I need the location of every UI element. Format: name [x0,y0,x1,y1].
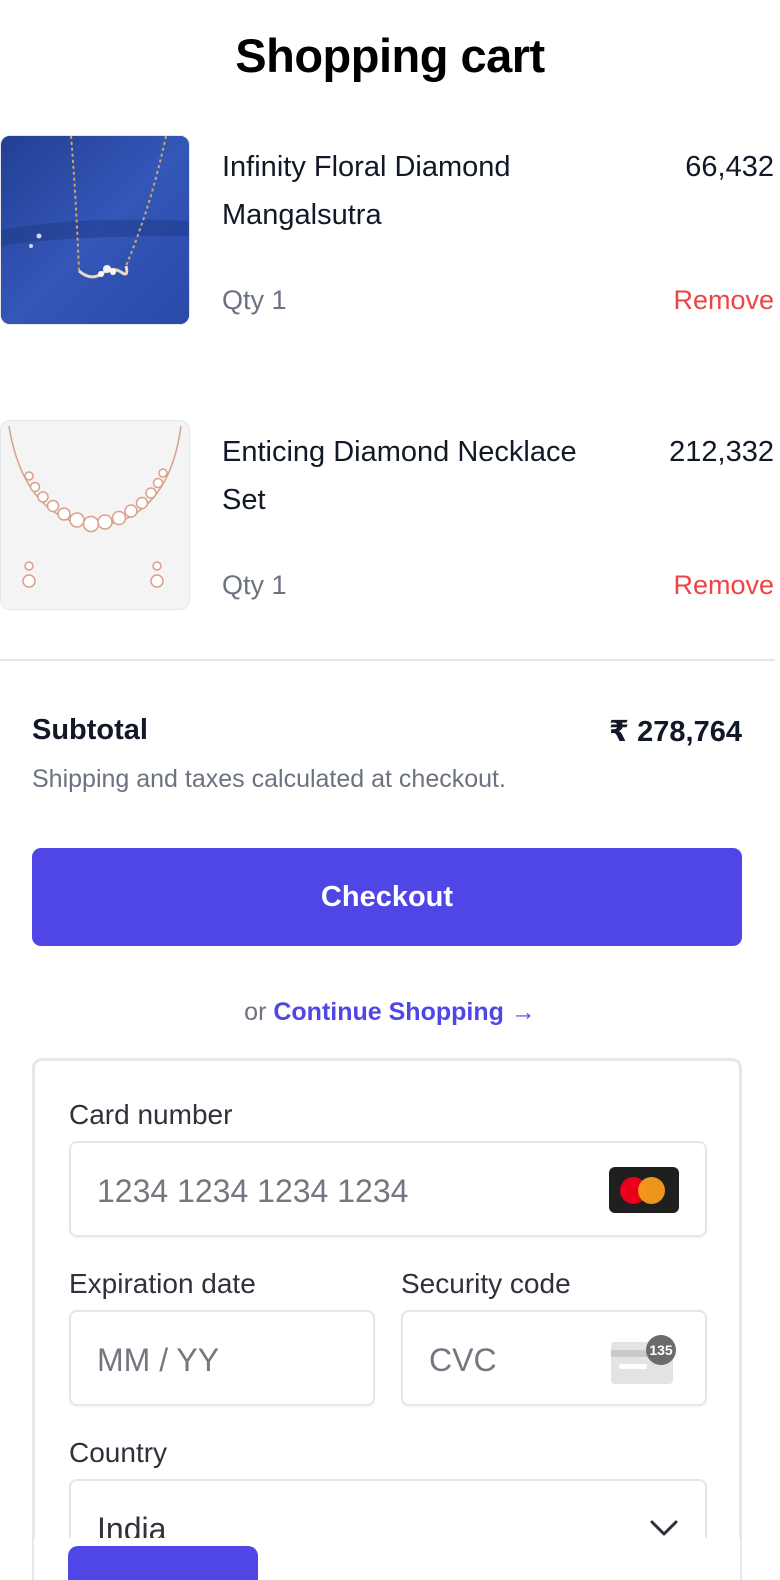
divider [0,659,775,661]
shipping-note: Shipping and taxes calculated at checkou… [32,765,506,793]
continue-shopping-link[interactable]: Continue Shopping → [273,998,535,1026]
expiry-label: Expiration date [69,1268,256,1299]
cvc-label: Security code [401,1268,571,1299]
item-quantity: Qty 1 [222,570,287,600]
pay-button-partial[interactable] [68,1546,258,1580]
country-label: Country [69,1437,168,1468]
remove-button[interactable]: Remove [673,285,774,316]
subtotal-label: Subtotal [32,714,148,746]
item-price: 212,332 [669,436,774,468]
product-image-necklace[interactable] [0,420,190,610]
card-number-input[interactable]: 1234 1234 1234 1234 [69,1141,707,1237]
cvc-placeholder: CVC [429,1342,497,1378]
mastercard-icon [609,1167,679,1213]
card-number-label: Card number [69,1099,233,1130]
cart-item: Infinity Floral Diamond Mangalsutra 66,4… [0,135,780,327]
checkout-button[interactable]: Checkout [32,848,742,946]
item-name[interactable]: Enticing Diamond Necklace Set [222,428,602,524]
cvc-icon-text: 135 [649,1342,673,1358]
item-price: 66,432 [685,151,774,183]
item-name[interactable]: Infinity Floral Diamond Mangalsutra [222,143,602,239]
card-number-placeholder: 1234 1234 1234 1234 [97,1173,409,1209]
continue-shopping-row: or Continue Shopping → [0,998,780,1027]
cvc-input[interactable]: CVC 135 [401,1310,707,1406]
page-title: Shopping cart [235,29,545,82]
payment-form: Card number 1234 1234 1234 1234 Expirati… [32,1058,742,1580]
necklace-set-image [1,421,189,609]
subtotal-value: ₹ 278,764 [608,716,742,748]
expiry-input[interactable]: MM / YY [69,1310,375,1406]
remove-button[interactable]: Remove [673,570,774,601]
expiry-placeholder: MM / YY [97,1342,220,1378]
mangalsutra-image [1,136,189,324]
chevron-down-icon [650,1520,678,1536]
continue-prefix: or [244,998,267,1026]
cvc-card-icon: 135 [611,1335,676,1384]
product-image-mangalsutra[interactable] [0,135,190,325]
cart-item: Enticing Diamond Necklace Set 212,332 Qt… [0,420,780,612]
item-quantity: Qty 1 [222,285,287,315]
